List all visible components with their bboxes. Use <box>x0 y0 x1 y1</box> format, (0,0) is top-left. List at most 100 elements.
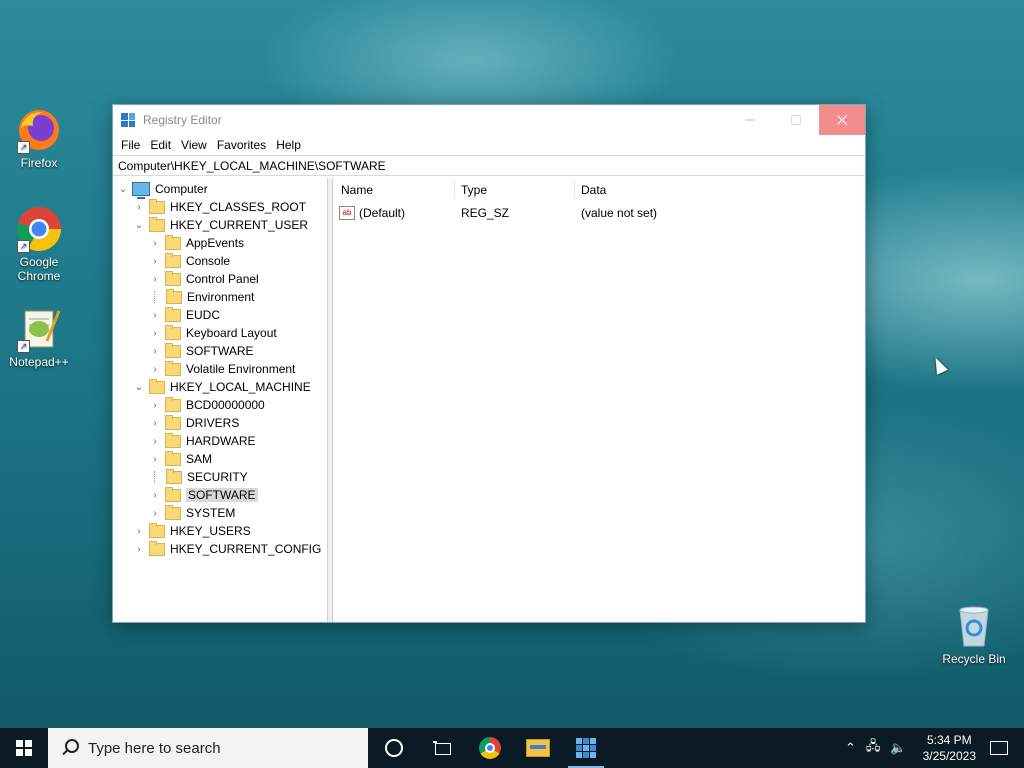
tree-node-label: HKEY_CURRENT_CONFIG <box>170 542 322 556</box>
tree-node-hkcu-software[interactable]: › SOFTWARE <box>149 342 254 360</box>
taskbar-chrome[interactable] <box>466 728 514 768</box>
chevron-right-icon[interactable]: › <box>149 399 161 411</box>
taskbar-file-explorer[interactable] <box>514 728 562 768</box>
folder-icon <box>165 396 181 412</box>
chevron-right-icon[interactable]: › <box>149 345 161 357</box>
folder-icon <box>165 270 181 286</box>
tree-node-volatile-environment[interactable]: › Volatile Environment <box>149 360 295 378</box>
chevron-right-icon[interactable]: › <box>149 363 161 375</box>
menu-file[interactable]: File <box>117 138 146 152</box>
notepad-plus-plus-icon: ↗ <box>15 305 63 353</box>
tree-node-environment[interactable]: Environment <box>149 288 254 306</box>
tree-node-hkcu[interactable]: ⌄ HKEY_CURRENT_USER <box>133 216 308 234</box>
address-bar[interactable]: Computer\HKEY_LOCAL_MACHINE\SOFTWARE <box>113 155 865 176</box>
tree-node-drivers[interactable]: › DRIVERS <box>149 414 239 432</box>
tree-node-label: HKEY_USERS <box>170 524 251 538</box>
menu-favorites[interactable]: Favorites <box>213 138 272 152</box>
column-header-type[interactable]: Type <box>461 183 487 197</box>
chevron-right-icon[interactable]: › <box>149 453 161 465</box>
task-view-button[interactable] <box>418 728 466 768</box>
value-row-type: REG_SZ <box>461 206 510 220</box>
chevron-right-icon[interactable]: › <box>149 327 161 339</box>
tree-node-computer[interactable]: ⌄ Computer <box>117 180 208 199</box>
chevron-right-icon[interactable]: › <box>149 273 161 285</box>
value-name: (Default) <box>359 206 406 220</box>
column-header-data[interactable]: Data <box>581 183 606 197</box>
chevron-right-icon[interactable]: › <box>149 255 161 267</box>
window-title: Registry Editor <box>143 113 222 127</box>
tree-node-console[interactable]: › Console <box>149 252 230 270</box>
start-button[interactable] <box>0 728 48 768</box>
chevron-down-icon[interactable]: ⌄ <box>133 381 145 393</box>
tree-node-hku[interactable]: › HKEY_USERS <box>133 522 251 540</box>
chevron-right-icon[interactable]: › <box>149 309 161 321</box>
close-icon <box>837 115 847 125</box>
column-header-name[interactable]: Name <box>341 183 373 197</box>
close-button[interactable] <box>819 105 865 135</box>
tree-node-appevents[interactable]: › AppEvents <box>149 234 244 252</box>
chevron-down-icon[interactable]: ⌄ <box>133 219 145 231</box>
tree-node-label: BCD00000000 <box>186 398 265 412</box>
taskbar: Type here to search ⌃ 🖧 🔈 5:34 PM 3/25/2… <box>0 728 1024 768</box>
chevron-right-icon[interactable]: › <box>149 507 161 519</box>
chevron-right-icon[interactable]: › <box>133 543 145 555</box>
tree-node-label: Computer <box>155 182 208 196</box>
tree-node-label: HKEY_CLASSES_ROOT <box>170 200 307 214</box>
chrome-icon: ↗ <box>15 205 63 253</box>
chevron-right-icon[interactable]: › <box>149 237 161 249</box>
notifications-icon[interactable] <box>990 741 1008 755</box>
tree-node-system[interactable]: › SYSTEM <box>149 504 235 522</box>
column-divider[interactable] <box>454 180 455 198</box>
folder-icon <box>149 540 165 556</box>
folder-icon <box>165 486 181 502</box>
tree-node-hkcr[interactable]: › HKEY_CLASSES_ROOT <box>133 198 306 216</box>
cortana-button[interactable] <box>370 728 418 768</box>
tree-node-label: HKEY_LOCAL_MACHINE <box>170 380 311 394</box>
tree-node-hklm-software[interactable]: › SOFTWARE <box>149 486 258 504</box>
desktop-icon-chrome[interactable]: ↗ Google Chrome <box>3 205 75 283</box>
menu-edit[interactable]: Edit <box>146 138 177 152</box>
tree-node-hklm[interactable]: ⌄ HKEY_LOCAL_MACHINE <box>133 378 311 396</box>
tree-node-control-panel[interactable]: › Control Panel <box>149 270 259 288</box>
desktop-icon-label: Firefox <box>20 156 58 170</box>
menu-view[interactable]: View <box>177 138 213 152</box>
taskbar-clock[interactable]: 5:34 PM 3/25/2023 <box>923 732 976 764</box>
tree-node-hardware[interactable]: › HARDWARE <box>149 432 256 450</box>
value-row-name[interactable]: ab (Default) <box>339 206 405 220</box>
desktop-icon-recycle-bin[interactable]: Recycle Bin <box>938 602 1010 666</box>
string-value-icon: ab <box>339 206 355 220</box>
maximize-button[interactable] <box>773 105 819 135</box>
tree-node-bcd[interactable]: › BCD00000000 <box>149 396 265 414</box>
desktop-icon-notepad-plus-plus[interactable]: ↗ Notepad++ <box>3 305 75 369</box>
network-icon[interactable]: 🖧 <box>866 737 881 759</box>
menu-help[interactable]: Help <box>272 138 307 152</box>
chevron-right-icon[interactable]: › <box>133 525 145 537</box>
tree-node-security[interactable]: SECURITY <box>149 468 248 486</box>
folder-icon <box>165 450 181 466</box>
minimize-button[interactable] <box>727 105 773 135</box>
folder-icon <box>165 342 181 358</box>
taskbar-search-box[interactable]: Type here to search <box>48 728 368 768</box>
tree-node-keyboard-layout[interactable]: › Keyboard Layout <box>149 324 277 342</box>
taskbar-registry-editor[interactable] <box>562 728 610 768</box>
folder-icon <box>166 288 182 304</box>
tree-node-label: SYSTEM <box>186 506 236 520</box>
title-bar[interactable]: Registry Editor <box>113 105 865 135</box>
tree-node-sam[interactable]: › SAM <box>149 450 212 468</box>
chevron-right-icon[interactable]: › <box>133 201 145 213</box>
folder-icon <box>165 432 181 448</box>
chevron-down-icon[interactable]: ⌄ <box>117 183 129 195</box>
chevron-right-icon[interactable]: › <box>149 417 161 429</box>
chevron-up-icon[interactable]: ⌃ <box>845 740 856 756</box>
chevron-right-icon[interactable]: › <box>149 489 161 501</box>
volume-icon[interactable]: 🔈 <box>890 740 906 756</box>
tree-node-eudc[interactable]: › EUDC <box>149 306 220 324</box>
desktop-icon-label: Google Chrome <box>17 255 61 283</box>
clock-time: 5:34 PM <box>926 733 972 747</box>
desktop-icon-firefox[interactable]: ↗ Firefox <box>3 106 75 170</box>
folder-icon <box>165 360 181 376</box>
tree-node-hkcc[interactable]: › HKEY_CURRENT_CONFIG <box>133 540 321 558</box>
column-divider[interactable] <box>574 180 575 198</box>
chevron-right-icon[interactable]: › <box>149 435 161 447</box>
tree-node-label: Control Panel <box>186 272 259 286</box>
